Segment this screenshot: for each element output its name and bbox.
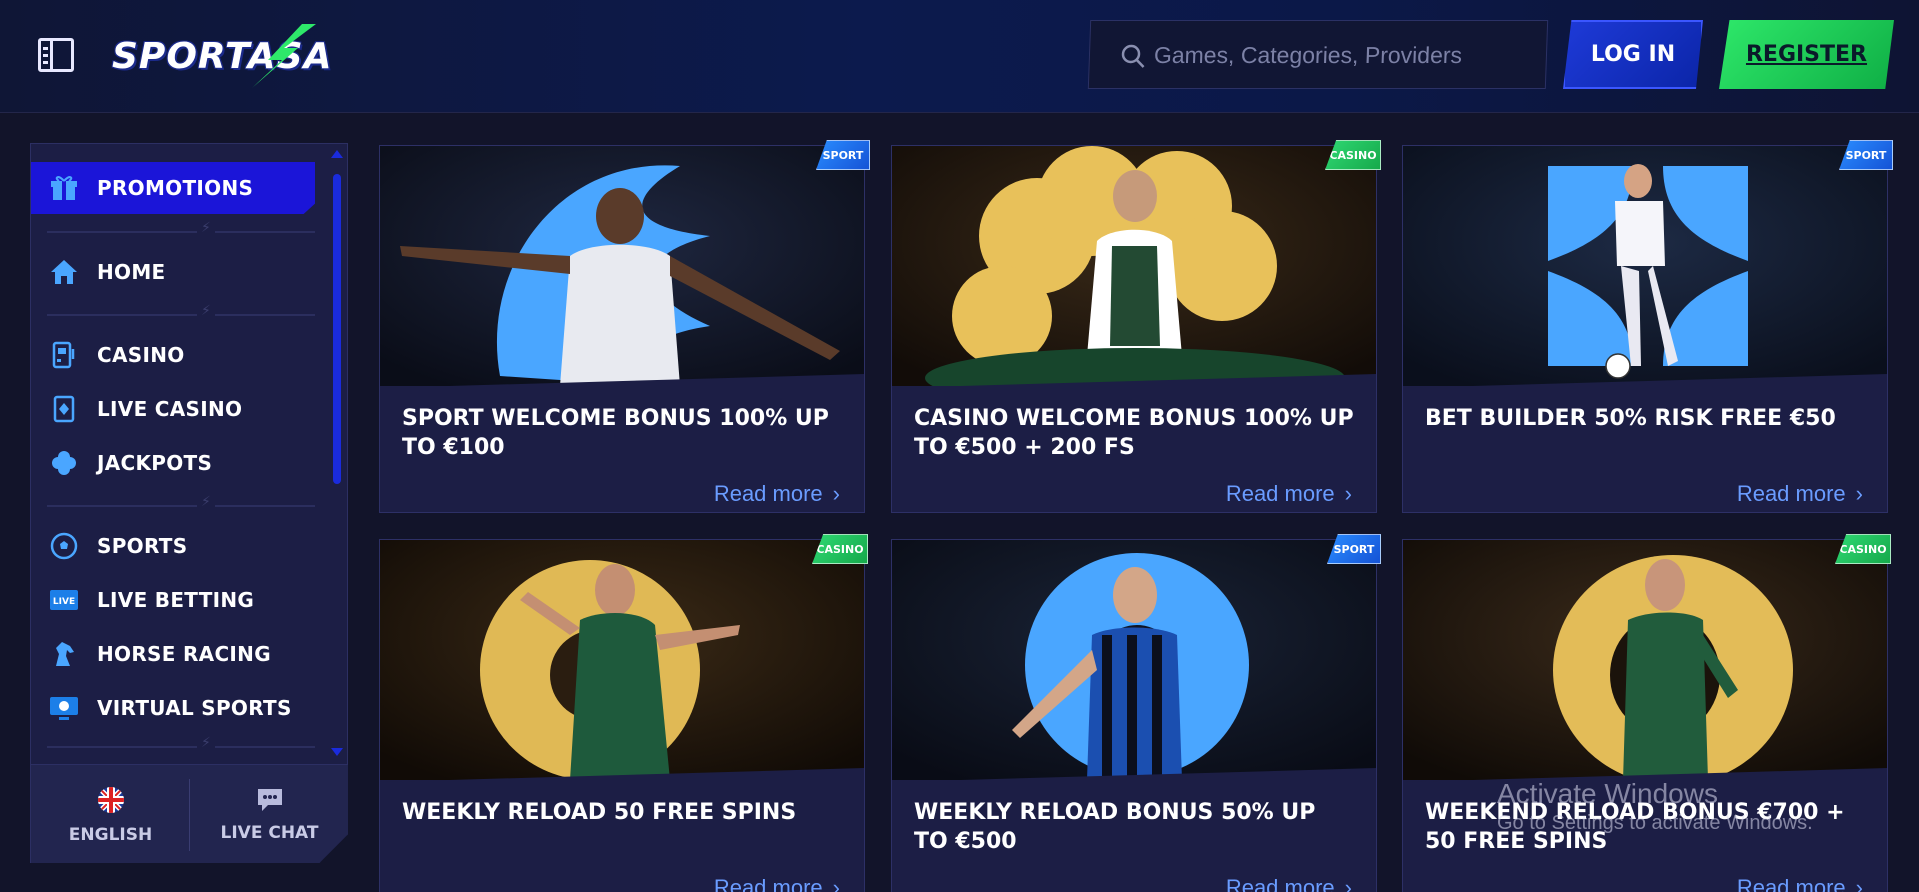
promo-title: WEEKLY RELOAD 50 FREE SPINS bbox=[402, 800, 797, 825]
svg-text:LIVE: LIVE bbox=[53, 597, 75, 607]
windows-activation-watermark: Activate Windows Go to Settings to activ… bbox=[1497, 778, 1813, 835]
read-more-link[interactable]: Read more › bbox=[1737, 875, 1863, 892]
sidebar-divider bbox=[47, 219, 315, 236]
read-more-link[interactable]: Read more › bbox=[714, 481, 840, 507]
read-more-link[interactable]: Read more › bbox=[1226, 481, 1352, 507]
live-icon: LIVE bbox=[49, 585, 79, 615]
live-chat-label: LIVE CHAT bbox=[220, 823, 319, 843]
sidebar-item-virtual-sports[interactable]: VIRTUAL SPORTS bbox=[31, 682, 315, 734]
sidebar-item-label: LIVE CASINO bbox=[97, 397, 243, 421]
read-more-label: Read more bbox=[1736, 481, 1846, 506]
read-more-link[interactable]: Read more › bbox=[1226, 875, 1352, 892]
promo-card[interactable]: WEEKEND RELOAD BONUS €700 + 50 FREE SPIN… bbox=[1402, 539, 1888, 892]
promo-card[interactable]: CASINO WELCOME BONUS 100% UP TO €500 + 2… bbox=[891, 145, 1377, 513]
top-header: SPORTASA LOG IN REGISTER bbox=[0, 0, 1919, 113]
sidebar-item-label: JACKPOTS bbox=[97, 451, 213, 475]
read-more-label: Read more bbox=[1736, 875, 1846, 892]
language-button[interactable]: ENGLISH bbox=[31, 765, 190, 863]
chevron-right-icon: › bbox=[832, 875, 840, 892]
register-button[interactable]: REGISTER bbox=[1719, 20, 1894, 89]
live-chat-button[interactable]: LIVE CHAT bbox=[190, 765, 348, 863]
promo-image bbox=[892, 146, 1376, 386]
search-input[interactable] bbox=[1153, 37, 1525, 73]
sidebar-item-sports[interactable]: SPORTS bbox=[31, 520, 315, 572]
sidebar-item-label: SPORTS bbox=[97, 534, 188, 558]
sidebar-item-label: CASINO bbox=[97, 343, 185, 367]
uk-flag-icon bbox=[97, 787, 124, 813]
promo-card[interactable]: WEEKLY RELOAD BONUS 50% UP TO €500 Read … bbox=[891, 539, 1377, 892]
chat-bubble-icon bbox=[257, 789, 282, 811]
promo-title: BET BUILDER 50% RISK FREE €50 bbox=[1425, 406, 1836, 431]
chevron-right-icon: › bbox=[1344, 481, 1352, 506]
sidebar-item-live-betting[interactable]: LIVE LIVE BETTING bbox=[31, 574, 315, 626]
chevron-right-icon: › bbox=[1855, 875, 1863, 892]
sidebar-divider bbox=[47, 493, 315, 510]
sidebar-divider bbox=[47, 734, 315, 751]
sidebar-item-label: LIVE BETTING bbox=[97, 588, 255, 612]
promo-card[interactable]: BET BUILDER 50% RISK FREE €50 Read more … bbox=[1402, 145, 1888, 513]
sidebar-item-jackpots[interactable]: JACKPOTS bbox=[31, 437, 315, 489]
promo-image bbox=[380, 540, 864, 780]
promo-image bbox=[1403, 540, 1887, 780]
sidebar-divider bbox=[47, 302, 315, 319]
promo-card[interactable]: SPORT WELCOME BONUS 100% UP TO €100 Read… bbox=[379, 145, 865, 513]
promo-card-body bbox=[380, 768, 864, 892]
scroll-up-icon[interactable] bbox=[331, 150, 343, 158]
monitor-icon bbox=[49, 693, 79, 723]
promo-image bbox=[892, 540, 1376, 780]
sidebar-item-casino[interactable]: CASINO bbox=[31, 329, 315, 381]
search-box[interactable] bbox=[1087, 20, 1549, 89]
soccer-ball-icon bbox=[49, 531, 79, 561]
scroll-down-icon[interactable] bbox=[331, 748, 343, 756]
watermark-subtitle: Go to Settings to activate Windows. bbox=[1497, 812, 1813, 834]
sidebar-nav: PROMOTIONS HOME CASINO LIVE CASINO JACKP… bbox=[30, 143, 348, 863]
promo-title: SPORT WELCOME BONUS 100% UP TO €100 bbox=[402, 406, 829, 460]
sidebar-item-horse-racing[interactable]: HORSE RACING bbox=[31, 628, 315, 680]
promo-title: WEEKLY RELOAD BONUS 50% UP TO €500 bbox=[914, 800, 1316, 854]
site-logo[interactable]: SPORTASA bbox=[110, 24, 331, 88]
login-button[interactable]: LOG IN bbox=[1563, 20, 1703, 89]
read-more-label: Read more bbox=[1225, 481, 1335, 506]
sidebar-footer: ENGLISH LIVE CHAT bbox=[31, 764, 348, 863]
promo-image bbox=[1403, 146, 1887, 386]
sidebar-toggle-icon[interactable] bbox=[38, 38, 74, 72]
language-label: ENGLISH bbox=[68, 825, 153, 845]
watermark-title: Activate Windows bbox=[1497, 778, 1718, 809]
read-more-label: Read more bbox=[713, 481, 823, 506]
sidebar-item-label: VIRTUAL SPORTS bbox=[97, 696, 292, 720]
read-more-link[interactable]: Read more › bbox=[1737, 481, 1863, 507]
read-more-label: Read more bbox=[1225, 875, 1335, 892]
chevron-right-icon: › bbox=[1855, 481, 1863, 506]
sidebar-item-label: HORSE RACING bbox=[97, 642, 271, 666]
clover-icon bbox=[49, 448, 79, 478]
gift-icon bbox=[49, 173, 79, 203]
read-more-link[interactable]: Read more › bbox=[714, 875, 840, 892]
search-icon bbox=[1121, 44, 1145, 68]
horse-icon bbox=[49, 639, 79, 669]
sidebar-item-label: PROMOTIONS bbox=[97, 176, 254, 200]
promo-image bbox=[380, 146, 864, 386]
lightning-bolt-icon bbox=[252, 24, 316, 88]
chevron-right-icon: › bbox=[832, 481, 840, 506]
sidebar-scrollbar[interactable] bbox=[333, 174, 341, 484]
slot-machine-icon bbox=[49, 340, 79, 370]
card-diamond-icon bbox=[49, 394, 79, 424]
sidebar-item-label: HOME bbox=[97, 260, 166, 284]
sidebar-item-home[interactable]: HOME bbox=[31, 246, 315, 298]
promo-card[interactable]: WEEKLY RELOAD 50 FREE SPINS Read more › bbox=[379, 539, 865, 892]
home-icon bbox=[49, 257, 79, 287]
read-more-label: Read more bbox=[713, 875, 823, 892]
promo-title: CASINO WELCOME BONUS 100% UP TO €500 + 2… bbox=[914, 406, 1354, 460]
sidebar-item-promotions[interactable]: PROMOTIONS bbox=[31, 162, 315, 214]
sidebar-item-live-casino[interactable]: LIVE CASINO bbox=[31, 383, 315, 435]
chevron-right-icon: › bbox=[1344, 875, 1352, 892]
